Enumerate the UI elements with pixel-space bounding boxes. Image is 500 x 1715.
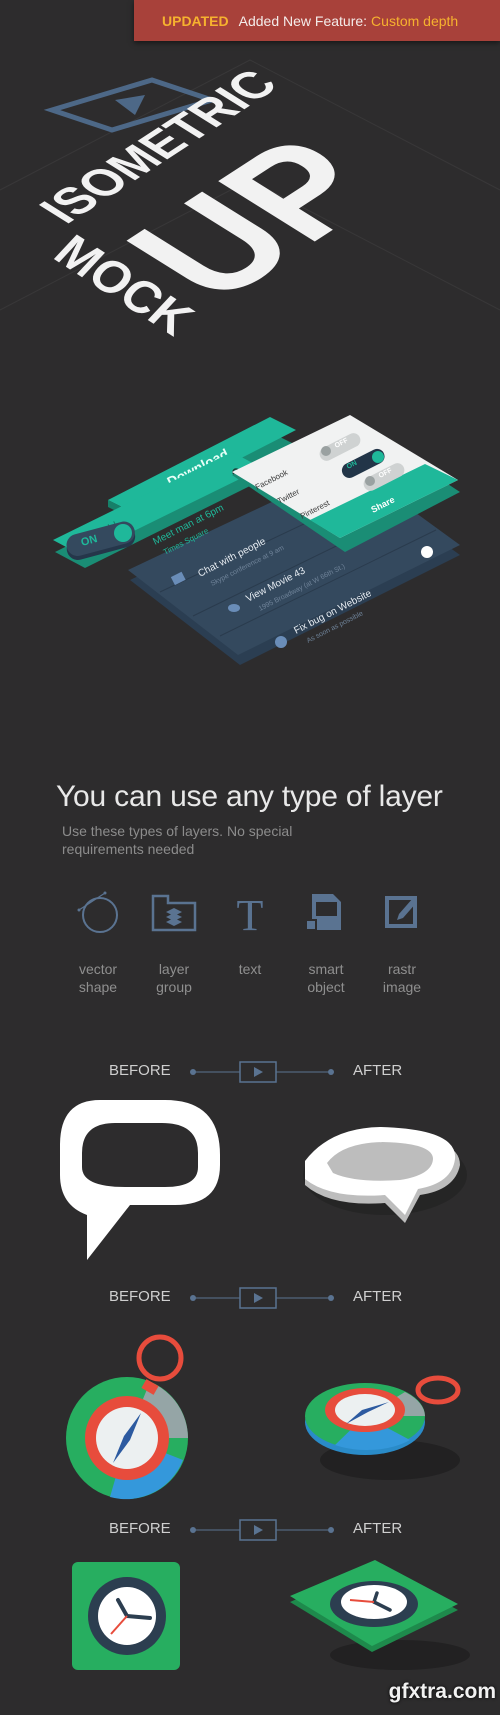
clock-after bbox=[290, 1560, 470, 1670]
play-connector[interactable] bbox=[188, 1283, 338, 1313]
before-after-bar: BEFORE AFTER bbox=[80, 1283, 420, 1313]
layer-type-item: vector shape bbox=[60, 890, 136, 1000]
before-label: BEFORE bbox=[109, 1520, 171, 1537]
layer-types: vector shape layer group T text smart objec… bbox=[60, 890, 440, 1000]
after-label: AFTER bbox=[353, 1062, 403, 1079]
before-label: BEFORE bbox=[109, 1288, 171, 1305]
layer-type-label: text bbox=[238, 961, 262, 977]
clock-comparison bbox=[72, 1560, 470, 1670]
play-connector[interactable] bbox=[188, 1515, 338, 1545]
before-label: BEFORE bbox=[109, 1062, 171, 1079]
before-after-bar: BEFORE AFTER bbox=[80, 1515, 420, 1545]
banner-message: Added New Feature: bbox=[238, 12, 368, 29]
layer-type-label: shape bbox=[78, 979, 118, 995]
watermark: gfxtra.com bbox=[388, 1680, 496, 1703]
speech-bubble-before bbox=[60, 1100, 220, 1260]
eye-icon bbox=[228, 604, 240, 612]
section-title: You can use any type of layer bbox=[56, 780, 443, 813]
play-icon bbox=[254, 1067, 263, 1077]
phone-icon bbox=[275, 636, 287, 648]
after-label: AFTER bbox=[353, 1288, 403, 1305]
compass-after bbox=[305, 1375, 461, 1480]
section-subtitle: Use these types of layers. No special re… bbox=[62, 823, 293, 857]
update-banner: UPDATED Added New Feature: Custom depth bbox=[134, 0, 500, 41]
layer-type-item: T text bbox=[212, 890, 288, 1000]
clock-before bbox=[72, 1562, 180, 1670]
play-icon bbox=[254, 1293, 263, 1303]
layer-group-icon bbox=[151, 894, 197, 932]
layer-type-label: object bbox=[307, 979, 345, 995]
isometric-ui-mockup: Download Meet man at 6pm Times Square Ch… bbox=[53, 415, 460, 665]
layer-type-item: layer group bbox=[136, 890, 212, 1000]
task-dot[interactable] bbox=[421, 546, 433, 558]
text-icon: T bbox=[237, 891, 264, 936]
layer-type-label: smart bbox=[308, 961, 344, 977]
updated-badge: UPDATED bbox=[162, 12, 229, 29]
svg-text:T: T bbox=[237, 891, 264, 936]
layer-type-label: group bbox=[156, 979, 192, 995]
compass-before bbox=[66, 1334, 188, 1500]
layer-type-label: vector bbox=[78, 961, 118, 977]
hero-logo: ISOMETRIC MOCK UP bbox=[0, 59, 500, 345]
play-connector[interactable] bbox=[188, 1057, 338, 1087]
speech-bubble-comparison bbox=[60, 1100, 467, 1260]
vector-shape-icon bbox=[77, 891, 118, 933]
banner-highlight: Custom depth bbox=[371, 12, 459, 29]
layer-type-label: rastr bbox=[387, 961, 416, 977]
layer-type-item: smart object bbox=[288, 890, 364, 1000]
layer-type-label: layer bbox=[158, 961, 190, 977]
compass-comparison bbox=[66, 1334, 461, 1500]
rastr-image-icon bbox=[385, 896, 417, 928]
layer-type-item: rastr image bbox=[364, 890, 440, 1000]
layer-type-label: image bbox=[382, 979, 422, 995]
play-icon bbox=[254, 1525, 263, 1535]
after-label: AFTER bbox=[353, 1520, 403, 1537]
speech-bubble-after bbox=[303, 1127, 467, 1223]
before-after-bar: BEFORE AFTER bbox=[80, 1057, 420, 1087]
smart-object-icon bbox=[305, 894, 341, 931]
